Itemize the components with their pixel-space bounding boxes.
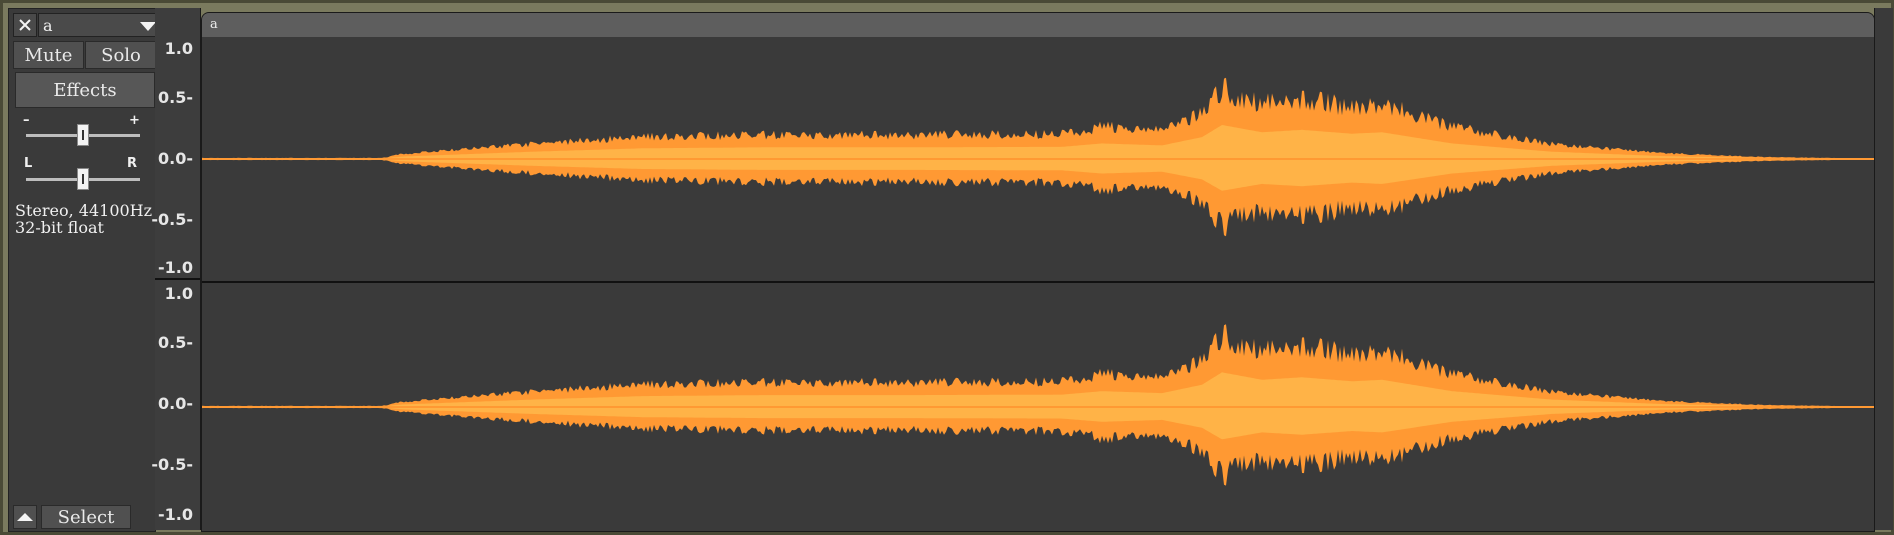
track-control-panel: a Mute Solo Effects – + L R Stereo, 4410… [8, 8, 163, 532]
gain-plus-label: + [129, 113, 140, 128]
track-rate-text: Stereo, 44100Hz [15, 201, 153, 220]
clip-title-bar[interactable]: a [202, 13, 1874, 37]
ruler-label: -0.5- [151, 210, 193, 229]
ruler-label: -0.5- [151, 455, 193, 474]
pan-slider-thumb[interactable] [77, 168, 89, 190]
track-name: a [43, 16, 53, 35]
collapse-track-button[interactable] [13, 505, 37, 529]
clip-name: a [210, 17, 218, 32]
waveform-left-channel[interactable] [202, 37, 1874, 281]
pan-right-label: R [127, 156, 138, 171]
ruler-label: 1.0 [164, 39, 193, 58]
close-icon [19, 19, 31, 31]
ruler-label: -1.0 [158, 258, 193, 277]
track-name-menu[interactable]: a [38, 13, 163, 37]
gain-slider-thumb[interactable] [77, 124, 89, 146]
solo-button[interactable]: Solo [85, 41, 157, 69]
select-button[interactable]: Select [41, 505, 131, 529]
ruler-label: -1.0 [158, 505, 193, 524]
pan-left-label: L [24, 156, 33, 171]
track-header: a [13, 13, 163, 37]
ruler-label: 1.0 [164, 284, 193, 303]
collapse-up-icon [17, 513, 33, 521]
track-format-info: Stereo, 44100Hz 32-bit float [15, 202, 152, 236]
waveform-rms-shape [202, 372, 1874, 440]
audio-clip[interactable]: a [201, 12, 1875, 532]
ruler-divider [155, 278, 200, 280]
waveform-right-channel[interactable] [202, 283, 1874, 531]
ruler-label: 0.5- [158, 88, 193, 107]
close-track-button[interactable] [13, 13, 37, 37]
ruler-label: 0.0- [158, 149, 193, 168]
mute-button[interactable]: Mute [13, 41, 84, 69]
track-format-text: 32-bit float [15, 218, 104, 237]
ruler-label: 0.5- [158, 333, 193, 352]
waveform-rms-shape [202, 125, 1874, 191]
audacity-window: a Mute Solo Effects – + L R Stereo, 4410… [0, 0, 1894, 535]
gain-minus-label: – [23, 113, 30, 128]
effects-button[interactable]: Effects [15, 72, 155, 108]
ruler-label: 0.0- [158, 394, 193, 413]
vertical-ruler: 1.0 0.5- 0.0- -0.5- -1.0 1.0 0.5- 0.0- -… [151, 8, 201, 530]
chevron-down-icon [140, 22, 156, 31]
track-right-edge [1874, 8, 1893, 530]
